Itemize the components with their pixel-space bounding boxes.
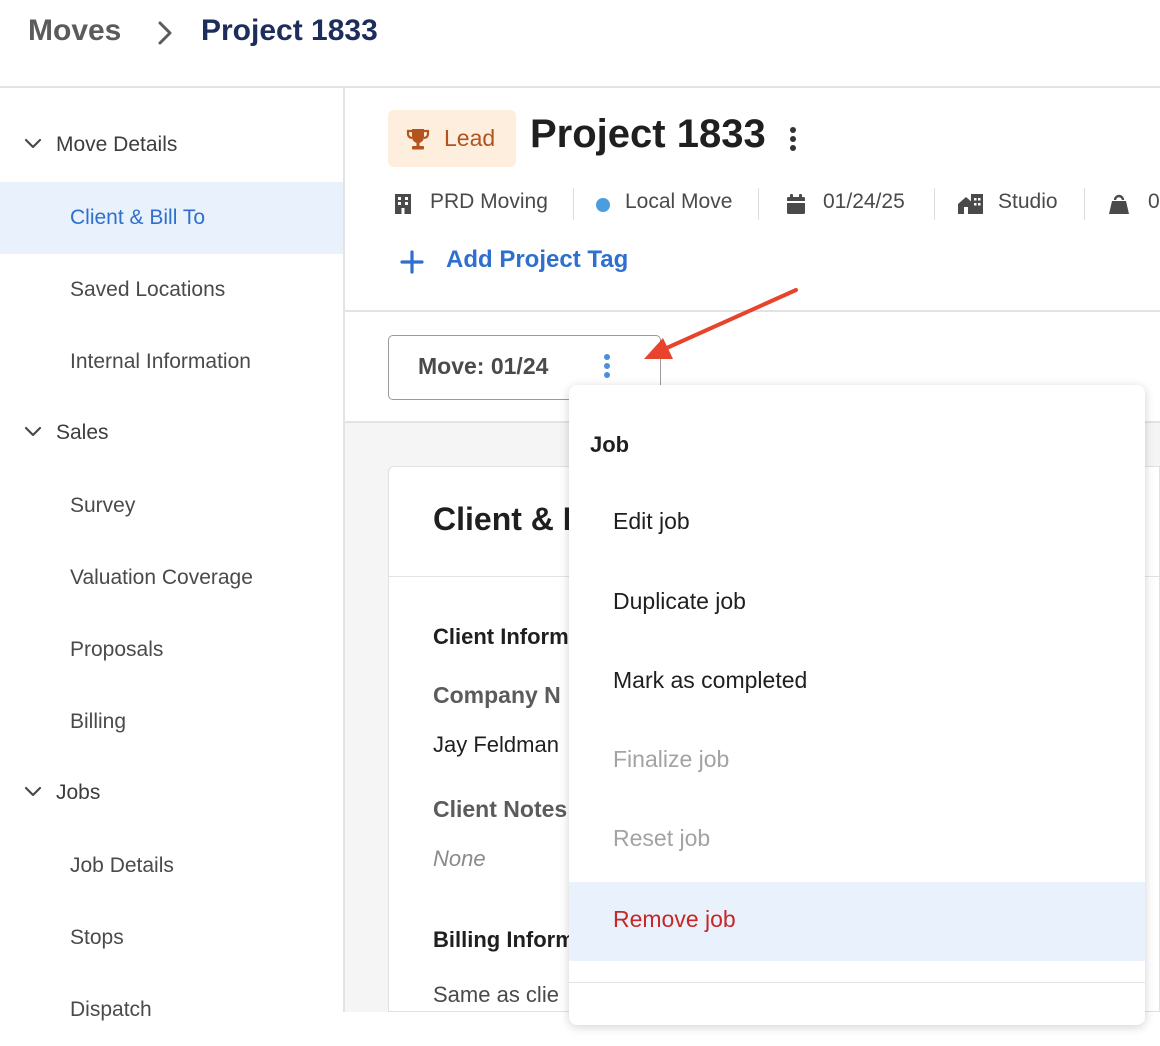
move-job-label: Move: 01/24 (418, 353, 549, 379)
sidebar-item-label: Survey (70, 494, 136, 517)
sidebar-item-label: Job Details (70, 854, 174, 877)
meta-divider (758, 188, 759, 220)
breadcrumb-moves-link[interactable]: Moves (28, 14, 121, 48)
menu-divider (569, 982, 1145, 983)
sidebar-section-move-details[interactable]: Move Details (0, 109, 343, 181)
menu-item-edit-job[interactable]: Edit job (569, 484, 1145, 563)
company-name-label: Company N (433, 682, 561, 708)
sidebar: Move Details Client & Bill To Saved Loca… (0, 88, 345, 1021)
menu-item-label: Duplicate job (613, 588, 746, 614)
meta-move-type: Local Move (595, 188, 755, 220)
billing-same-as-client: Same as clie (433, 982, 559, 1007)
sidebar-item-label: Billing (70, 710, 127, 733)
plus-icon (400, 250, 424, 274)
menu-item-label: Finalize job (613, 746, 730, 772)
meta-weight: 0 (1108, 188, 1160, 220)
sidebar-item-label: Internal Information (70, 350, 251, 373)
meta-size: Studio (957, 188, 1077, 220)
sidebar-item-dispatch[interactable]: Dispatch (0, 974, 343, 1046)
chevron-right-icon (158, 21, 172, 45)
meta-company-text: PRD Moving (430, 190, 548, 213)
sidebar-section-label: Sales (56, 421, 109, 444)
sidebar-item-client-bill-to[interactable]: Client & Bill To (0, 182, 343, 254)
menu-item-label: Reset job (613, 825, 711, 851)
sidebar-item-label: Client & Bill To (70, 206, 206, 229)
sidebar-item-label: Valuation Coverage (70, 566, 253, 589)
sidebar-section-sales[interactable]: Sales (0, 397, 343, 469)
sidebar-item-saved-locations[interactable]: Saved Locations (0, 254, 343, 326)
sidebar-item-stops[interactable]: Stops (0, 902, 343, 974)
meta-divider (1084, 188, 1085, 220)
sidebar-item-proposals[interactable]: Proposals (0, 614, 343, 686)
sidebar-section-jobs[interactable]: Jobs (0, 757, 343, 829)
sidebar-section-label: Move Details (56, 133, 178, 156)
menu-item-duplicate-job[interactable]: Duplicate job (569, 564, 1145, 643)
sidebar-item-billing[interactable]: Billing (0, 686, 343, 758)
project-header: Lead Project 1833 PRD Moving Local Move … (345, 88, 1160, 312)
menu-item-label: Edit job (613, 508, 690, 534)
menu-item-remove-job[interactable]: Remove job (569, 882, 1145, 961)
sidebar-item-survey[interactable]: Survey (0, 470, 343, 542)
job-more-options-icon[interactable] (603, 354, 611, 380)
card-title: Client & B (433, 501, 586, 537)
meta-size-text: Studio (998, 190, 1058, 213)
project-title: Project 1833 (530, 112, 766, 156)
billing-info-heading: Billing Inform (433, 927, 575, 952)
menu-item-label: Mark as completed (613, 667, 808, 693)
add-project-tag-label: Add Project Tag (446, 246, 629, 273)
sidebar-section-label: Jobs (56, 781, 101, 804)
meta-divider (573, 188, 574, 220)
job-options-menu: Job Edit job Duplicate job Mark as compl… (569, 385, 1145, 1025)
chevron-down-icon (24, 426, 42, 437)
sidebar-item-label: Stops (70, 926, 124, 949)
chevron-down-icon (24, 138, 42, 149)
calendar-icon (787, 194, 805, 214)
status-dot-icon (596, 198, 610, 212)
building-icon (395, 194, 411, 214)
sidebar-item-valuation-coverage[interactable]: Valuation Coverage (0, 542, 343, 614)
menu-item-finalize-job: Finalize job (569, 722, 1145, 801)
menu-item-label: Remove job (613, 906, 736, 932)
menu-item-mark-completed[interactable]: Mark as completed (569, 643, 1145, 722)
top-bar: Moves Project 1833 (0, 0, 1160, 88)
weight-icon (1109, 194, 1129, 214)
sidebar-item-label: Proposals (70, 638, 164, 661)
meta-company: PRD Moving (392, 188, 562, 220)
meta-weight-text: 0 (1148, 190, 1160, 213)
sidebar-item-job-details[interactable]: Job Details (0, 830, 343, 902)
sidebar-item-label: Saved Locations (70, 278, 226, 301)
annotation-arrow-icon (644, 288, 798, 359)
home-size-icon (958, 194, 983, 214)
meta-divider (934, 188, 935, 220)
client-notes-value: None (433, 846, 486, 871)
menu-header: Job (590, 432, 630, 457)
project-more-options-icon[interactable] (788, 127, 798, 153)
client-notes-label: Client Notes (433, 796, 568, 822)
meta-move-type-text: Local Move (625, 190, 733, 213)
sidebar-item-internal-information[interactable]: Internal Information (0, 326, 343, 398)
status-badge-label: Lead (444, 125, 496, 151)
trophy-icon (406, 129, 430, 150)
meta-date-text: 01/24/25 (823, 190, 905, 213)
menu-item-reset-job: Reset job (569, 801, 1145, 880)
chevron-down-icon (24, 786, 42, 797)
client-info-heading: Client Inform (433, 624, 569, 649)
breadcrumb-current: Project 1833 (201, 14, 378, 47)
company-name-value: Jay Feldman (433, 732, 559, 757)
sidebar-item-label: Dispatch (70, 998, 152, 1021)
meta-date: 01/24/25 (785, 188, 925, 220)
lead-status-badge[interactable]: Lead (388, 110, 516, 167)
